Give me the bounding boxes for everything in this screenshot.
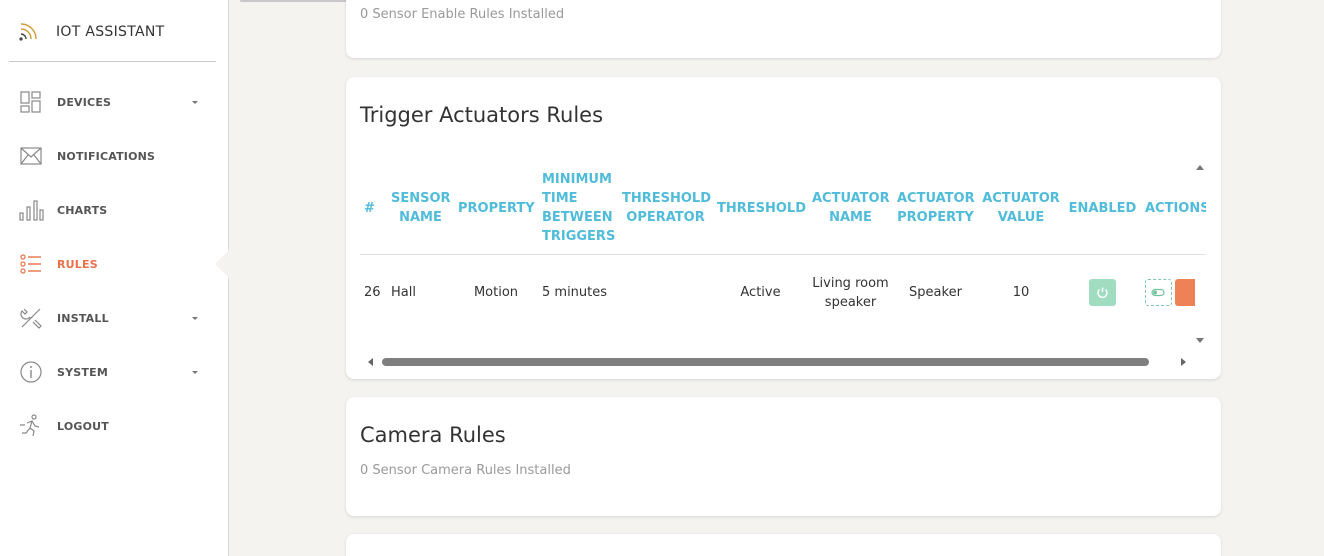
cell-actuator-name: Living room speaker — [812, 275, 889, 310]
column-header[interactable]: ACTIONS — [1141, 163, 1206, 255]
sidebar-item-notifications[interactable]: NOTIFICATIONS — [18, 143, 208, 171]
sidebar-item-label: NOTIFICATIONS — [57, 150, 156, 163]
column-header[interactable]: ENABLED — [1064, 163, 1141, 255]
scroll-up-arrow-icon[interactable] — [1196, 165, 1204, 170]
wifi-logo-icon — [19, 23, 37, 41]
sidebar-item-install[interactable]: INSTALL — [18, 305, 208, 333]
sidebar-item-devices[interactable]: DEVICES — [18, 89, 208, 117]
camera-rules-count: 0 Sensor Camera Rules Installed — [360, 463, 571, 478]
sidebar-item-label: SYSTEM — [57, 366, 108, 379]
sidebar-item-label: DEVICES — [57, 96, 112, 109]
delete-rule-button[interactable] — [1175, 279, 1195, 307]
card-title: Camera Rules — [360, 423, 506, 447]
sidebar-item-label: INSTALL — [57, 312, 109, 325]
dashboard-icon — [20, 91, 41, 113]
bar-chart-icon — [19, 200, 44, 221]
camera-rules-card: Camera Rules 0 Sensor Camera Rules Insta… — [346, 397, 1221, 516]
column-header[interactable]: THRESHOLD — [713, 163, 808, 255]
cell-threshold: Active — [740, 285, 781, 301]
rules-table: # SENSOR NAME PROPERTY MINIMUM TIME BETW… — [360, 163, 1206, 331]
chevron-down-icon — [192, 317, 198, 320]
cell-min-time: 5 minutes — [542, 285, 608, 301]
toggle-icon — [1151, 289, 1165, 297]
sidebar-item-logout[interactable]: LOGOUT — [18, 413, 208, 441]
sensor-enable-rules-card: 0 Sensor Enable Rules Installed — [346, 0, 1221, 58]
sidebar-item-system[interactable]: SYSTEM — [18, 359, 208, 387]
column-header[interactable]: # — [360, 163, 387, 255]
enabled-power-button[interactable] — [1089, 279, 1116, 307]
list-icon — [20, 254, 41, 274]
cell-threshold-operator — [618, 254, 713, 331]
chevron-down-icon — [192, 101, 198, 104]
table-horizontal-scrollbar[interactable] — [366, 357, 1188, 367]
sidebar-item-rules[interactable]: RULES — [18, 251, 208, 279]
power-icon — [1097, 287, 1108, 299]
sidebar-item-label: RULES — [57, 258, 98, 271]
cell-actions — [1141, 254, 1206, 331]
brand-name: IOT ASSISTANT — [56, 24, 165, 40]
cell-actuator-property: Speaker — [909, 285, 962, 301]
running-person-icon — [20, 414, 40, 437]
table-row: 26 Hall Motion 5 minutes Active Living r… — [360, 254, 1206, 331]
cell-enabled — [1064, 254, 1141, 331]
scroll-right-arrow-icon[interactable] — [1181, 358, 1186, 366]
sidebar: IOT ASSISTANT DEVICES NOTIFICATIONS CHAR… — [0, 0, 229, 556]
sensor-enable-rules-count: 0 Sensor Enable Rules Installed — [360, 7, 565, 22]
sidebar-item-charts[interactable]: CHARTS — [18, 197, 208, 225]
column-header[interactable]: ACTUATOR NAME — [808, 163, 893, 255]
scroll-down-arrow-icon[interactable] — [1196, 338, 1204, 343]
cell-property: Motion — [473, 285, 519, 301]
info-icon — [20, 361, 42, 383]
trigger-actuators-rules-card: Trigger Actuators Rules # SENSOR NAME PR… — [346, 77, 1221, 379]
column-header[interactable]: SENSOR NAME — [387, 163, 454, 255]
rules-table-container[interactable]: # SENSOR NAME PROPERTY MINIMUM TIME BETW… — [360, 163, 1206, 373]
active-indicator — [215, 250, 229, 278]
tools-icon — [20, 308, 42, 329]
envelope-icon — [20, 147, 42, 165]
brand[interactable]: IOT ASSISTANT — [9, 0, 216, 62]
cell-sensor-name: Hall — [391, 285, 416, 301]
column-header[interactable]: ACTUATOR PROPERTY — [893, 163, 978, 255]
scroll-left-arrow-icon[interactable] — [368, 358, 373, 366]
card-title: Trigger Actuators Rules — [360, 103, 604, 127]
column-header[interactable]: MINIMUM TIME BETWEEN TRIGGERS — [538, 163, 618, 255]
scrollbar-thumb[interactable] — [382, 358, 1149, 366]
table-header-row: # SENSOR NAME PROPERTY MINIMUM TIME BETW… — [360, 163, 1206, 255]
column-header[interactable]: PROPERTY — [454, 163, 538, 255]
column-header[interactable]: ACTUATOR VALUE — [978, 163, 1064, 255]
sidebar-item-label: LOGOUT — [57, 420, 109, 433]
chevron-down-icon — [192, 371, 198, 374]
next-rules-card — [346, 534, 1221, 556]
toggle-rule-button[interactable] — [1145, 279, 1172, 307]
sidebar-item-label: CHARTS — [57, 204, 108, 217]
cell-actuator-value: 10 — [1012, 285, 1030, 301]
cell-id: 26 — [364, 285, 381, 301]
column-header[interactable]: THRESHOLD OPERATOR — [618, 163, 713, 255]
